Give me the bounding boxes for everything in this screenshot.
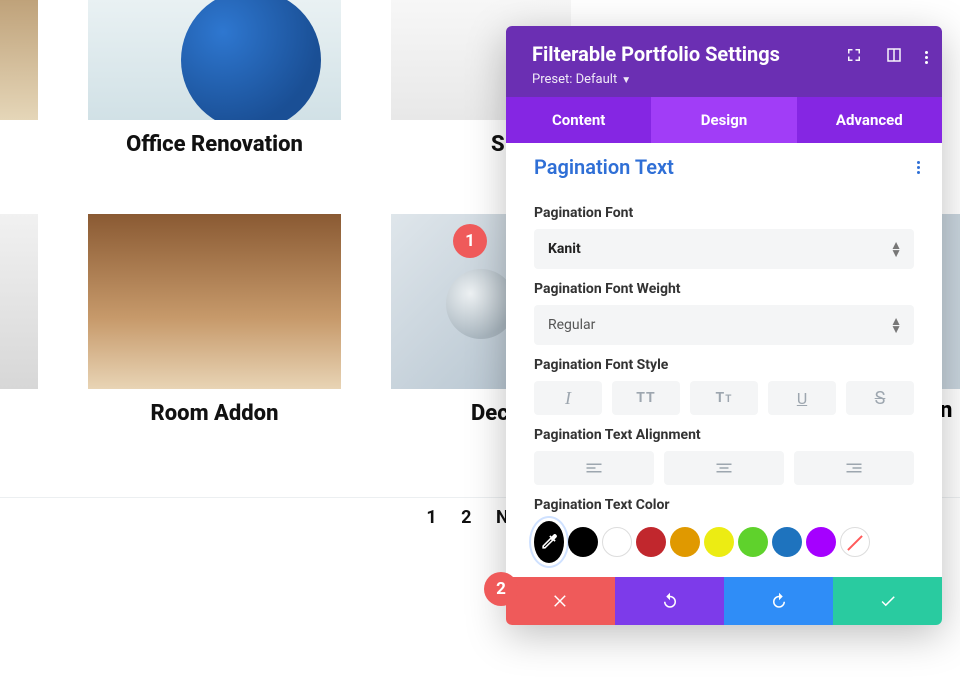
thumb-edge-left	[0, 214, 38, 389]
style-underline-button[interactable]: U	[768, 381, 836, 415]
portfolio-thumb[interactable]	[391, 214, 511, 389]
style-strikethrough-button[interactable]: S	[846, 381, 914, 415]
panel-footer	[506, 577, 942, 625]
color-swatch[interactable]	[670, 527, 700, 557]
label-pagination-text-alignment: Pagination Text Alignment	[534, 427, 914, 443]
tab-advanced[interactable]: Advanced	[797, 97, 942, 143]
confirm-button[interactable]	[833, 577, 942, 625]
layout-icon[interactable]	[885, 46, 903, 68]
tab-content[interactable]: Content	[506, 97, 651, 143]
kebab-menu-icon[interactable]	[925, 51, 928, 64]
panel-header[interactable]: Filterable Portfolio Settings Preset: De…	[506, 26, 942, 97]
undo-button[interactable]	[615, 577, 724, 625]
color-swatch[interactable]	[636, 527, 666, 557]
settings-panel: Filterable Portfolio Settings Preset: De…	[506, 26, 942, 625]
align-left-button[interactable]	[534, 451, 654, 485]
check-icon	[879, 592, 897, 610]
portfolio-thumb[interactable]	[88, 214, 341, 389]
redo-icon	[770, 592, 788, 610]
cancel-button[interactable]	[506, 577, 615, 625]
color-picker-button[interactable]	[534, 521, 564, 563]
portfolio-caption[interactable]: Office Renovation	[88, 132, 341, 157]
label-pagination-font-weight: Pagination Font Weight	[534, 281, 914, 297]
undo-icon	[661, 592, 679, 610]
color-swatches	[534, 521, 914, 563]
expand-icon[interactable]	[845, 46, 863, 68]
panel-tabs: Content Design Advanced	[506, 97, 942, 143]
style-smallcaps-button[interactable]: TT	[690, 381, 758, 415]
style-italic-button[interactable]: I	[534, 381, 602, 415]
close-icon	[552, 592, 570, 610]
annotation-badge-2: 2	[484, 572, 518, 606]
select-arrows-icon: ▲▼	[890, 241, 902, 257]
portfolio-caption-partial: Dec	[391, 401, 511, 426]
select-pagination-font-weight[interactable]: Regular ▲▼	[534, 305, 914, 345]
color-swatch[interactable]	[738, 527, 768, 557]
pagination-page[interactable]: 2	[461, 507, 471, 528]
select-pagination-font[interactable]: Kanit ▲▼	[534, 229, 914, 269]
preset-label: Preset: Default	[532, 72, 617, 87]
color-swatch[interactable]	[602, 527, 632, 557]
style-uppercase-button[interactable]: TT	[612, 381, 680, 415]
select-value: Regular	[548, 317, 595, 333]
color-swatch[interactable]	[806, 527, 836, 557]
color-swatch[interactable]	[704, 527, 734, 557]
pagination-page[interactable]: 1	[426, 507, 436, 528]
color-swatch-none[interactable]	[840, 527, 870, 557]
select-arrows-icon: ▲▼	[890, 317, 902, 333]
preset-selector[interactable]: Preset: Default ▼	[532, 72, 924, 87]
text-alignment-buttons	[534, 451, 914, 485]
annotation-badge-1: 1	[453, 224, 487, 258]
select-value: Kanit	[548, 241, 581, 257]
portfolio-thumb[interactable]	[88, 0, 341, 120]
section-title[interactable]: Pagination Text	[534, 155, 674, 179]
label-pagination-font-style: Pagination Font Style	[534, 357, 914, 373]
thumb-edge-left	[0, 0, 38, 120]
redo-button[interactable]	[724, 577, 833, 625]
eyedropper-icon	[539, 532, 559, 552]
portfolio-caption[interactable]: Room Addon	[88, 401, 341, 426]
align-right-button[interactable]	[794, 451, 914, 485]
chevron-down-icon: ▼	[621, 75, 631, 86]
color-swatch[interactable]	[772, 527, 802, 557]
align-center-button[interactable]	[664, 451, 784, 485]
font-style-buttons: I TT TT U S	[534, 381, 914, 415]
tab-design[interactable]: Design	[651, 97, 796, 143]
section-kebab-icon[interactable]	[917, 161, 920, 174]
thumb-edge-right	[942, 214, 960, 389]
label-pagination-font: Pagination Font	[534, 205, 914, 221]
color-swatch[interactable]	[568, 527, 598, 557]
label-pagination-text-color: Pagination Text Color	[534, 497, 914, 513]
